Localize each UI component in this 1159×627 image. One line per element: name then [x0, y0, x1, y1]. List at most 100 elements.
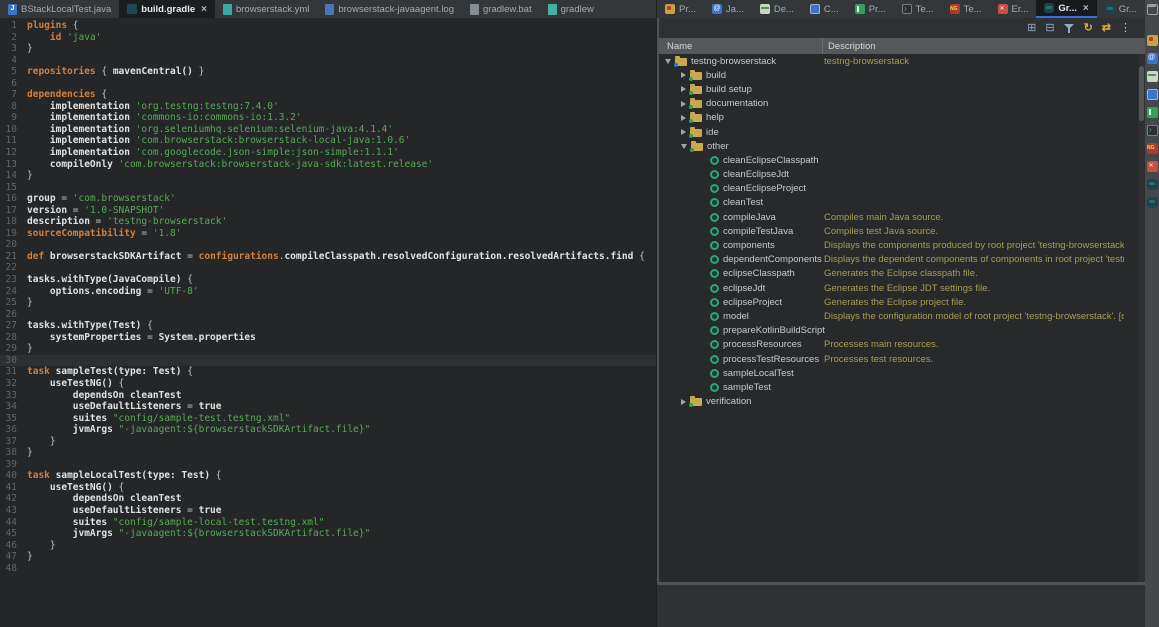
tree-row-cleaneclipseproject[interactable]: cleanEclipseProject [659, 182, 1145, 196]
tree-row-dependentcomponents[interactable]: dependentComponentsDisplays the dependen… [659, 253, 1145, 267]
line-number: 31 [0, 366, 21, 378]
chevron-right-icon[interactable] [681, 86, 686, 92]
javadoc-icon[interactable] [1147, 53, 1158, 64]
code-editor[interactable]: 1plugins {2 id 'java'3}45repositories { … [0, 18, 656, 627]
expand-all-icon[interactable]: ⊞ [1027, 23, 1036, 34]
filter-icon[interactable] [1064, 23, 1075, 34]
tree-row-sampletest[interactable]: sampleTest [659, 380, 1145, 394]
tree-row-cleaneclipseclasspath[interactable]: cleanEclipseClasspath [659, 153, 1145, 167]
testng-icon[interactable] [1147, 143, 1158, 154]
tree-row-testng-browserstack[interactable]: testng-browserstacktestng-browserstack [659, 54, 1145, 68]
view-tab-gradle-9[interactable]: Gr... [1097, 0, 1145, 18]
editor-tab-browserstack-yml[interactable]: browserstack.yml [215, 0, 317, 18]
tree-row-cleantest[interactable]: cleanTest [659, 196, 1145, 210]
tree-scrollbar[interactable] [1138, 54, 1145, 582]
tree-row-help[interactable]: help [659, 111, 1145, 125]
problems-icon[interactable] [1147, 35, 1158, 46]
view-tab-javadoc-1[interactable]: Ja... [704, 0, 752, 18]
code-line: 5repositories { mavenCentral() } [0, 66, 656, 78]
code-line: 20 [0, 239, 656, 251]
tree-row-preparekotlinbuildscript[interactable]: prepareKotlinBuildScript [659, 324, 1145, 338]
testng-icon [950, 4, 960, 14]
tree-row-processresources[interactable]: processResourcesProcesses main resources… [659, 338, 1145, 352]
chevron-right-icon[interactable] [681, 129, 686, 135]
editor-tab-browserstack-javaagent-log[interactable]: browserstack-javaagent.log [317, 0, 462, 18]
tree-row-processtestresources[interactable]: processTestResourcesProcesses test resou… [659, 352, 1145, 366]
line-number: 20 [0, 239, 21, 251]
view-tab-error-log-7[interactable]: Er... [990, 0, 1037, 18]
declaration-icon[interactable] [1147, 71, 1158, 82]
line-number: 37 [0, 436, 21, 448]
tree-row-verification[interactable]: verification [659, 395, 1145, 409]
gradle-icon[interactable] [1147, 197, 1158, 208]
column-header-description[interactable]: Description [823, 41, 1145, 52]
editor-tab-gradlew-bat[interactable]: gradlew.bat [462, 0, 540, 18]
tree-row-compiletestjava[interactable]: compileTestJavaCompiles test Java source… [659, 224, 1145, 238]
tree-row-eclipsejdt[interactable]: eclipseJdtGenerates the Eclipse JDT sett… [659, 281, 1145, 295]
editor-tab-build-gradle[interactable]: build.gradle × [119, 0, 215, 18]
tab-label: BStackLocalTest.java [21, 4, 111, 15]
tree-row-compilejava[interactable]: compileJavaCompiles main Java source. [659, 210, 1145, 224]
javadoc-icon [712, 4, 722, 14]
tab-label: C... [824, 4, 839, 15]
tree-row-eclipseproject[interactable]: eclipseProjectGenerates the Eclipse proj… [659, 295, 1145, 309]
chevron-spacer [697, 174, 706, 175]
project-folder-icon [675, 58, 687, 66]
line-number: 32 [0, 378, 21, 390]
code-line: 35 suites "config/sample-test.testng.xml… [0, 413, 656, 425]
tree-item-label: other [707, 141, 729, 152]
tree-item-label: cleanEclipseClasspath [723, 155, 819, 166]
close-icon[interactable]: × [201, 4, 207, 15]
scrollbar-thumb[interactable] [1139, 66, 1144, 121]
tree-row-build[interactable]: build [659, 68, 1145, 82]
view-tab-gradle-8[interactable]: Gr...× [1036, 0, 1096, 18]
line-number: 25 [0, 297, 21, 309]
tree-row-samplelocaltest[interactable]: sampleLocalTest [659, 366, 1145, 380]
editor-tab-gradlew[interactable]: gradlew [540, 0, 602, 18]
view-tab-progress-4[interactable]: Pr... [847, 0, 894, 18]
tree-row-ide[interactable]: ide [659, 125, 1145, 139]
view-tab-declaration-2[interactable]: De... [752, 0, 802, 18]
chevron-spacer [697, 188, 706, 189]
tree-row-components[interactable]: componentsDisplays the components produc… [659, 238, 1145, 252]
collapse-all-icon[interactable]: ⊟ [1045, 23, 1054, 34]
column-header-name[interactable]: Name [659, 38, 823, 54]
view-tab-problems-0[interactable]: Pr... [657, 0, 704, 18]
line-number: 19 [0, 228, 21, 240]
terminal-icon[interactable] [1147, 125, 1158, 136]
view-tab-console-3[interactable]: C... [802, 0, 847, 18]
chevron-right-icon[interactable] [681, 115, 686, 121]
code-line: 4 [0, 55, 656, 67]
sh-file-icon [548, 4, 557, 15]
refresh-icon[interactable]: ↻ [1084, 23, 1093, 34]
view-tab-testng-6[interactable]: Te... [942, 0, 990, 18]
close-icon[interactable]: × [1083, 3, 1089, 14]
chevron-right-icon[interactable] [681, 72, 686, 78]
progress-icon[interactable] [1147, 107, 1158, 118]
tree-row-documentation[interactable]: documentation [659, 97, 1145, 111]
tree-row-build-setup[interactable]: build setup [659, 82, 1145, 96]
tree-row-other[interactable]: other [659, 139, 1145, 153]
restore-icon[interactable] [1147, 4, 1158, 15]
code-line: 46 } [0, 540, 656, 552]
chevron-down-icon[interactable] [681, 144, 687, 149]
tree-row-cleaneclipsejdt[interactable]: cleanEclipseJdt [659, 168, 1145, 182]
error-log-icon[interactable] [1147, 161, 1158, 172]
code-line: 23tasks.withType(JavaCompile) { [0, 274, 656, 286]
line-number: 1 [0, 20, 21, 32]
editor-tab-bstacklocaltest-java[interactable]: BStackLocalTest.java [0, 0, 119, 18]
line-number: 43 [0, 505, 21, 517]
chevron-right-icon[interactable] [681, 399, 686, 405]
tree-row-model[interactable]: modelDisplays the configuration model of… [659, 309, 1145, 323]
tab-label: build.gradle [141, 4, 195, 15]
console-icon[interactable] [1147, 89, 1158, 100]
chevron-down-icon[interactable] [665, 59, 671, 64]
gradle-icon[interactable] [1147, 179, 1158, 190]
view-tab-terminal-5[interactable]: Te... [894, 0, 942, 18]
chevron-spacer [697, 259, 706, 260]
sync-tasks-icon[interactable]: ⇄ [1102, 23, 1111, 34]
chevron-right-icon[interactable] [681, 101, 686, 107]
tree-row-eclipseclasspath[interactable]: eclipseClasspathGenerates the Eclipse cl… [659, 267, 1145, 281]
tree-item-description: Compiles test Java source. [824, 224, 938, 238]
view-menu-icon[interactable]: ⋮ [1120, 23, 1131, 34]
